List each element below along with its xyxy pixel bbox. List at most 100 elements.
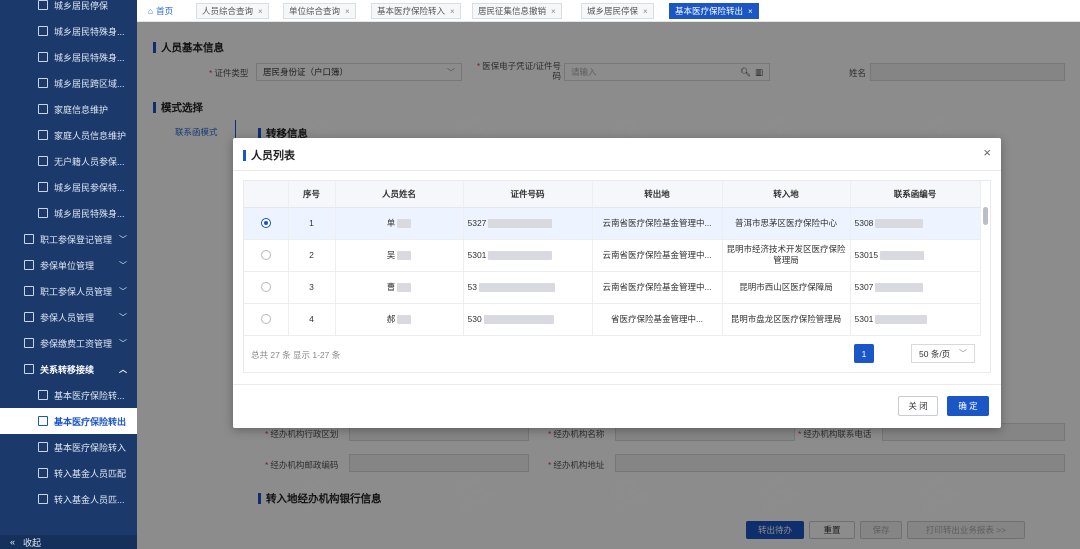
header-no: 序号 [288, 181, 336, 208]
chevron-down-icon: ﹀ [119, 286, 127, 296]
header-select [244, 181, 289, 208]
scrollbar-thumb[interactable] [983, 207, 988, 225]
sidebar-item[interactable]: 城乡居民停保 [0, 0, 137, 18]
document-icon [38, 390, 48, 400]
masked-text [875, 282, 924, 292]
confirm-button[interactable]: 确 定 [947, 396, 989, 416]
sidebar-item[interactable]: 职工参保人员管理 ﹀ [0, 278, 137, 304]
document-icon [38, 52, 48, 62]
close-icon[interactable]: × [983, 145, 991, 160]
folder-icon [24, 364, 34, 374]
double-chevron-left-icon: « [10, 537, 16, 547]
close-icon[interactable]: × [551, 7, 556, 16]
chevron-down-icon: ﹀ [119, 312, 127, 322]
sidebar-item[interactable]: 转入基金人员匹... [0, 486, 137, 512]
document-icon [38, 78, 48, 88]
chevron-up-icon: ︿ [119, 364, 127, 374]
header-from: 转出地 [592, 181, 723, 208]
table-header-row: 序号 人员姓名 证件号码 转出地 转入地 联系函编号 [244, 181, 981, 208]
sidebar-item[interactable]: 基本医疗保险转出 [0, 408, 137, 434]
masked-text [880, 250, 925, 260]
sidebar-item[interactable]: 家庭信息维护 [0, 96, 137, 122]
close-icon[interactable]: × [450, 7, 455, 16]
tab-home[interactable]: ⌂ 首页 [143, 3, 178, 19]
sidebar-item[interactable]: 基本医疗保险转入 [0, 434, 137, 460]
row-radio[interactable] [260, 250, 271, 261]
sidebar-item[interactable]: 城乡居民特殊身... [0, 200, 137, 226]
tab-unit-query[interactable]: 单位综合查询 × [283, 3, 356, 19]
dialog-title: 人员列表 [243, 147, 295, 163]
tab-person-query[interactable]: 人员综合查询 × [196, 3, 269, 19]
close-icon[interactable]: × [748, 7, 753, 16]
close-icon[interactable]: × [345, 7, 350, 16]
row-radio[interactable] [260, 282, 271, 293]
close-icon[interactable]: × [258, 7, 263, 16]
sidebar-item[interactable]: 城乡居民特殊身... [0, 44, 137, 70]
sidebar-item[interactable]: 参保缴费工资管理 ﹀ [0, 330, 137, 356]
row-radio[interactable] [260, 314, 271, 325]
folder-icon [24, 234, 34, 244]
table-row[interactable]: 3 曹 53 云南省医疗保险基金管理中... 昆明市西山区医疗保障局 5307 [244, 271, 981, 304]
person-list-dialog: 人员列表 × 序号 人员姓名 证件号码 转出地 转入地 联系函编号 1 单 53… [233, 138, 1001, 428]
tab-bar: ⌂ 首页 人员综合查询 × 单位综合查询 × 基本医疗保险转入 × 居民征集信息撤销 × … [137, 0, 1080, 22]
chevron-down-icon: ﹀ [119, 234, 127, 244]
tab-resident-stop[interactable]: 城乡居民停保 × [581, 3, 654, 19]
masked-text [397, 218, 412, 228]
masked-text [488, 218, 553, 228]
total-count: 总共 27 条 显示 1-27 条 [251, 350, 341, 360]
chevron-down-icon: ﹀ [119, 260, 127, 270]
tab-medical-transfer-in[interactable]: 基本医疗保险转入 × [371, 3, 461, 19]
header-name: 人员姓名 [335, 181, 464, 208]
masked-text [875, 314, 928, 324]
tab-resident-revoke[interactable]: 居民征集信息撤销 × [472, 3, 562, 19]
chevron-down-icon: ﹀ [119, 338, 127, 348]
collapse-sidebar-button[interactable]: «收起 [0, 535, 137, 549]
document-icon [38, 442, 48, 452]
divider [233, 170, 1001, 171]
close-icon[interactable]: × [643, 7, 648, 16]
sidebar-item[interactable]: 参保人员管理 ﹀ [0, 304, 137, 330]
sidebar-item[interactable]: 基本医疗保险转... [0, 382, 137, 408]
page-number-button[interactable]: 1 [854, 344, 874, 363]
person-table: 序号 人员姓名 证件号码 转出地 转入地 联系函编号 1 单 5327 云南省医… [244, 181, 981, 336]
sidebar-item[interactable]: 城乡居民特殊身... [0, 18, 137, 44]
sidebar-item[interactable]: 无户籍人员参保... [0, 148, 137, 174]
document-icon [38, 26, 48, 36]
document-icon [38, 416, 48, 426]
document-icon [38, 156, 48, 166]
document-icon [38, 0, 48, 10]
table-row[interactable]: 4 郝 530 省医疗保险基金管理中... 昆明市盘龙区医疗保险管理局 5301 [244, 303, 981, 336]
close-button[interactable]: 关 闭 [898, 396, 938, 416]
sidebar-item[interactable]: 城乡居民参保特... [0, 174, 137, 200]
sidebar-item[interactable]: 家庭人员信息维护 [0, 122, 137, 148]
page-size-select[interactable]: 50 条/页 ﹀ [911, 344, 975, 363]
tab-medical-transfer-out[interactable]: 基本医疗保险转出 × [669, 3, 759, 19]
sidebar: 城乡居民停保 城乡居民特殊身... 城乡居民特殊身... 城乡居民跨区域... 家庭信息… [0, 0, 137, 549]
sidebar-item[interactable]: 职工参保登记管理 ﹀ [0, 226, 137, 252]
header-id: 证件号码 [463, 181, 593, 208]
sidebar-item[interactable]: 参保单位管理 ﹀ [0, 252, 137, 278]
masked-text [397, 314, 412, 324]
masked-text [478, 282, 555, 292]
folder-icon [24, 286, 34, 296]
chevron-down-icon: ﹀ [959, 349, 967, 358]
row-radio[interactable] [260, 218, 271, 229]
divider [233, 384, 1001, 385]
sidebar-item[interactable]: 转入基金人员匹配 [0, 460, 137, 486]
masked-text [488, 250, 553, 260]
table-row[interactable]: 2 吴 5301 云南省医疗保险基金管理中... 昆明市经济技术开发区医疗保险管… [244, 239, 981, 272]
sidebar-item[interactable]: 城乡居民跨区域... [0, 70, 137, 96]
masked-text [397, 282, 412, 292]
masked-text [397, 250, 412, 260]
folder-icon [24, 312, 34, 322]
table-scrollbar[interactable] [983, 207, 988, 367]
table-row[interactable]: 1 单 5327 云南省医疗保险基金管理中... 普洱市思茅区医疗保险中心 53… [244, 207, 981, 240]
document-icon [38, 208, 48, 218]
document-icon [38, 494, 48, 504]
masked-text [483, 314, 554, 324]
header-to: 转入地 [722, 181, 851, 208]
document-icon [38, 104, 48, 114]
sidebar-item[interactable]: 关系转移接续 ︿ [0, 356, 137, 382]
document-icon [38, 182, 48, 192]
folder-icon [24, 338, 34, 348]
